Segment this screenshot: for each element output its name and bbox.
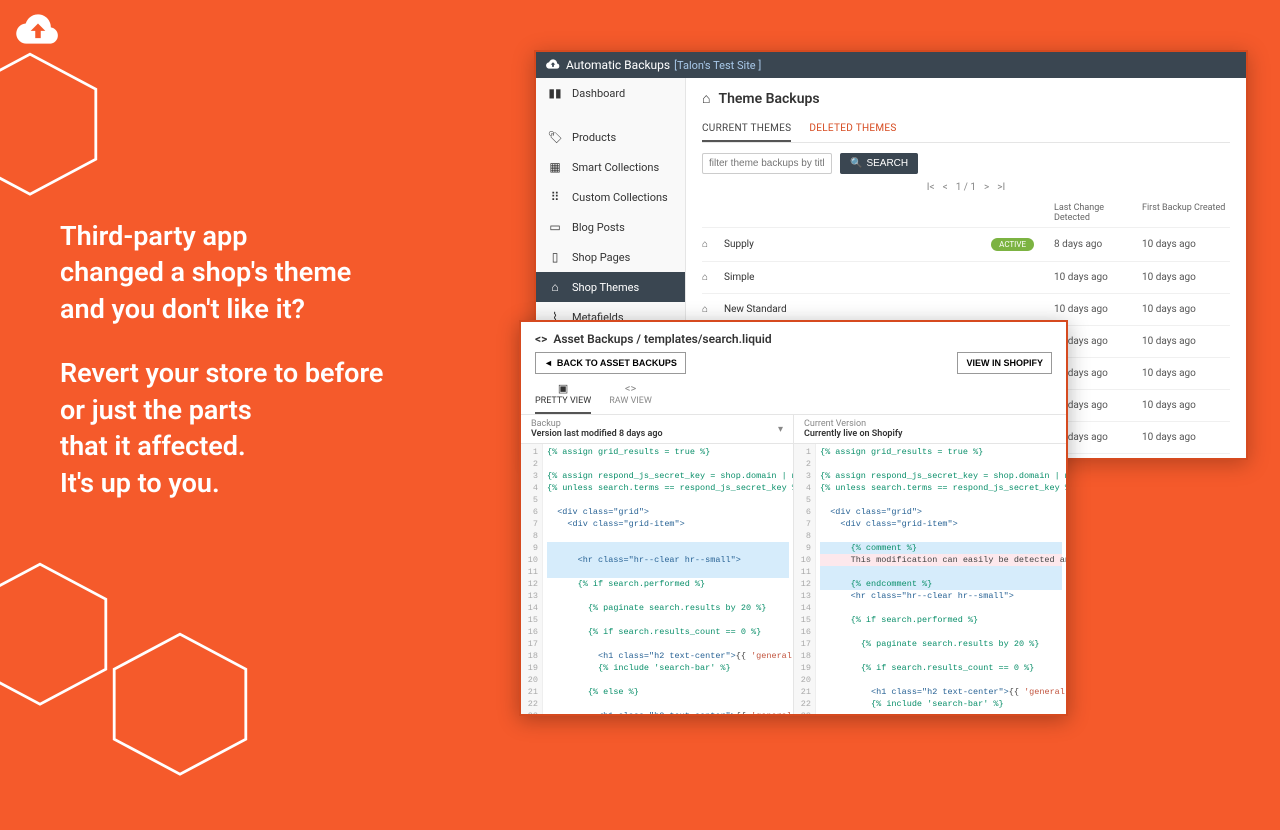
cloud-icon (546, 58, 560, 73)
apps-icon: ⠿ (548, 190, 562, 204)
diff-view: 1 2 3 4 5 6 7 8 9 10 11 12 13 14 15 16 1… (521, 444, 1066, 714)
page-icon: ▯ (548, 250, 562, 264)
arrow-left-icon: ◄ (544, 358, 553, 368)
backup-version-selector[interactable]: BackupVersion last modified 8 days ago ▾ (521, 415, 794, 443)
search-button[interactable]: 🔍SEARCH (840, 153, 918, 174)
app-title: Automatic Backups (566, 58, 670, 72)
diff-left: 1 2 3 4 5 6 7 8 9 10 11 12 13 14 15 16 1… (521, 444, 794, 714)
tab-current-themes[interactable]: CURRENT THEMES (702, 117, 791, 142)
sidebar-item-products[interactable]: 🏷Products (536, 122, 685, 152)
sidebar-item-custom-collections[interactable]: ⠿Custom Collections (536, 182, 685, 212)
pager-prev-icon[interactable]: < (943, 182, 948, 193)
page-indicator: 1 / 1 (956, 182, 976, 193)
sidebar-item-dashboard[interactable]: ▮▮Dashboard (536, 78, 685, 108)
page-title: ⌂Theme Backups (702, 90, 1230, 107)
window-header: Automatic Backups [Talon's Test Site ] (536, 52, 1246, 78)
theme-name: New Standard (724, 304, 1054, 315)
tab-deleted-themes[interactable]: DELETED THEMES (809, 117, 896, 142)
search-icon: 🔍 (850, 158, 862, 169)
table-row[interactable]: ⌂ Simple 10 days ago 10 days ago (702, 261, 1230, 293)
diff-right: 1 2 3 4 5 6 7 8 9 10 11 12 13 14 15 16 1… (794, 444, 1066, 714)
theme-name: Supply (724, 239, 991, 250)
chevron-down-icon: ▾ (778, 424, 783, 435)
grid-icon: ▦ (548, 160, 562, 174)
bar-chart-icon: ▮▮ (548, 86, 562, 100)
image-icon: ▣ (558, 382, 568, 395)
pager-first-icon[interactable]: I< (927, 182, 935, 193)
store-icon: ⌂ (548, 280, 562, 294)
breadcrumb: <> Asset Backups / templates/search.liqu… (521, 322, 1066, 352)
store-icon: ⌂ (702, 239, 724, 250)
theme-name: Simple (724, 272, 1054, 283)
pager-last-icon[interactable]: >I (997, 182, 1005, 193)
asset-backups-window: <> Asset Backups / templates/search.liqu… (519, 320, 1068, 716)
pagination: I< < 1 / 1 > >I (702, 182, 1230, 193)
store-icon: ⌂ (702, 272, 724, 283)
sidebar-item-shop-themes[interactable]: ⌂Shop Themes (536, 272, 685, 302)
code-icon: <> (535, 332, 547, 346)
site-name: [Talon's Test Site ] (674, 59, 761, 72)
table-row[interactable]: ⌂ Supply ACTIVE 8 days ago 10 days ago (702, 227, 1230, 261)
pager-next-icon[interactable]: > (984, 182, 989, 193)
sidebar-item-smart-collections[interactable]: ▦Smart Collections (536, 152, 685, 182)
sidebar-item-shop-pages[interactable]: ▯Shop Pages (536, 242, 685, 272)
code-icon: <> (625, 382, 636, 395)
tag-icon: 🏷 (548, 130, 562, 144)
chat-icon: ▭ (548, 220, 562, 234)
table-header: Last Change Detected First Backup Create… (702, 199, 1230, 227)
store-icon: ⌂ (702, 304, 724, 315)
view-in-shopify-button[interactable]: VIEW IN SHOPIFY (957, 352, 1052, 374)
tab-raw-view[interactable]: <>RAW VIEW (609, 382, 652, 414)
store-icon: ⌂ (702, 90, 710, 107)
promo-text: Third-party app changed a shop's theme a… (60, 218, 383, 529)
cloud-upload-icon (16, 12, 60, 50)
filter-input[interactable] (702, 153, 832, 174)
current-version-header: Current VersionCurrently live on Shopify (794, 415, 1066, 443)
tab-pretty-view[interactable]: ▣PRETTY VIEW (535, 382, 591, 414)
sidebar-item-blog-posts[interactable]: ▭Blog Posts (536, 212, 685, 242)
back-button[interactable]: ◄BACK TO ASSET BACKUPS (535, 352, 686, 374)
status-badge: ACTIVE (991, 238, 1034, 251)
